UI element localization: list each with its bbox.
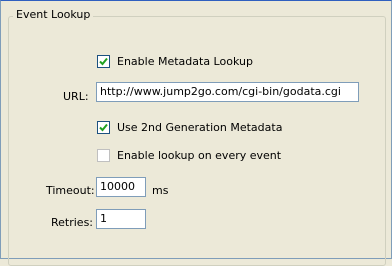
timeout-input[interactable]: 10000 [96,177,146,197]
enable-metadata-lookup-label: Enable Metadata Lookup [117,55,253,68]
timeout-label: Timeout: [46,184,95,197]
enable-lookup-every-event-label: Enable lookup on every event [117,149,282,162]
enable-lookup-every-event-row[interactable]: Enable lookup on every event [97,149,281,162]
use-2nd-gen-metadata-row[interactable]: Use 2nd Generation Metadata [97,121,282,134]
enable-metadata-lookup-checkbox[interactable] [97,55,110,68]
retries-input[interactable]: 1 [96,209,146,229]
timeout-unit: ms [152,184,169,197]
groupbox-title: Event Lookup [13,8,94,21]
url-label: URL: [63,90,89,103]
retries-label: Retries: [51,216,94,229]
url-input[interactable]: http://www.jump2go.com/cgi-bin/godata.cg… [96,82,359,102]
panel-frame: Event Lookup Enable Metadata Lookup URL:… [0,0,392,266]
enable-metadata-lookup-row[interactable]: Enable Metadata Lookup [97,55,253,68]
use-2nd-gen-metadata-label: Use 2nd Generation Metadata [117,121,283,134]
checkmark-icon [99,123,108,132]
enable-lookup-every-event-checkbox[interactable] [97,149,110,162]
checkmark-icon [99,57,108,66]
use-2nd-gen-metadata-checkbox[interactable] [97,121,110,134]
